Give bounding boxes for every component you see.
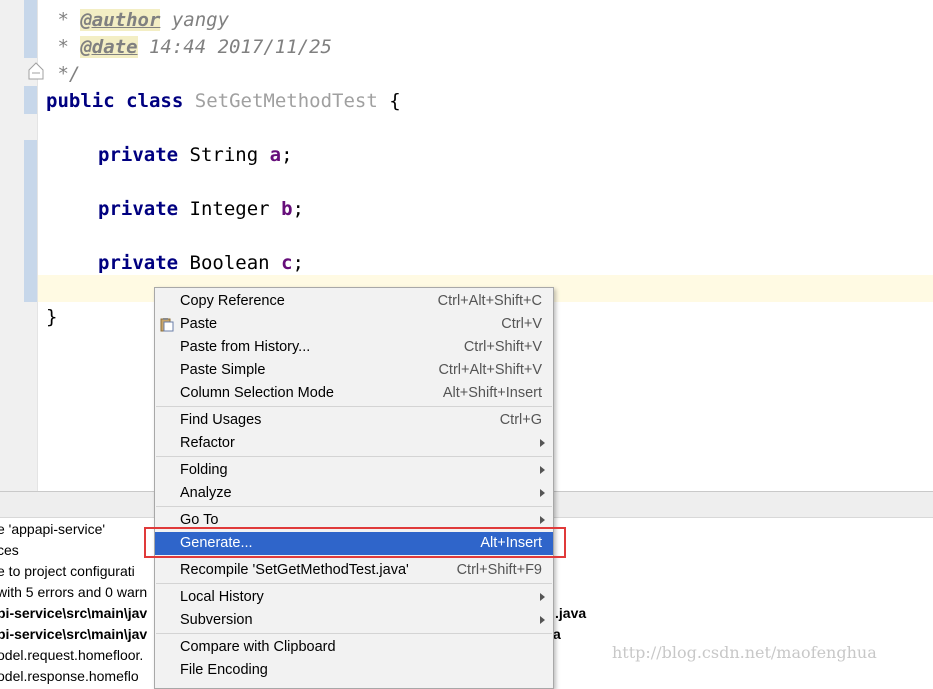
submenu-arrow-icon xyxy=(540,489,545,497)
menu-item-file-encoding[interactable]: File Encoding xyxy=(155,659,553,682)
editor-context-menu: Copy Reference Ctrl+Alt+Shift+C Paste Ctrl… xyxy=(154,287,554,689)
message-line[interactable]: with 5 errors and 0 warn xyxy=(0,584,147,600)
menu-item-analyze[interactable]: Analyze xyxy=(155,482,553,505)
message-line[interactable]: e to project configurati xyxy=(0,563,135,579)
class-declaration-line: public class SetGetMethodTest { xyxy=(46,90,401,112)
menu-item-compare-with-clipboard[interactable]: Compare with Clipboard xyxy=(155,636,553,659)
menu-item-recompile[interactable]: Recompile 'SetGetMethodTest.java' Ctrl+Sh… xyxy=(155,559,553,582)
menu-item-paste[interactable]: Paste Ctrl+V xyxy=(155,313,553,336)
submenu-arrow-icon xyxy=(540,439,545,447)
menu-separator xyxy=(156,406,552,407)
change-marker xyxy=(24,0,37,58)
message-line[interactable]: pi-service\src\main\jav xyxy=(0,605,147,621)
menu-item-column-selection-mode[interactable]: Column Selection Mode Alt+Shift+Insert xyxy=(155,382,553,405)
menu-separator xyxy=(156,456,552,457)
menu-separator xyxy=(156,583,552,584)
submenu-arrow-icon xyxy=(540,593,545,601)
menu-item-folding[interactable]: Folding xyxy=(155,459,553,482)
message-line[interactable]: ces xyxy=(0,542,19,558)
menu-separator xyxy=(156,633,552,634)
javadoc-author-line: * @author yangy xyxy=(46,9,230,31)
submenu-arrow-icon xyxy=(540,616,545,624)
message-line[interactable]: pi-service\src\main\jav xyxy=(0,626,147,642)
menu-item-paste-simple[interactable]: Paste Simple Ctrl+Alt+Shift+V xyxy=(155,359,553,382)
menu-item-paste-from-history[interactable]: Paste from History... Ctrl+Shift+V xyxy=(155,336,553,359)
menu-item-subversion[interactable]: Subversion xyxy=(155,609,553,632)
highlight-box xyxy=(144,527,566,558)
comment-end-line: */ xyxy=(46,63,81,85)
field-line-c: private Boolean c; xyxy=(98,252,304,274)
fold-toggle-icon[interactable] xyxy=(28,62,44,80)
clipboard-icon xyxy=(160,318,174,332)
class-close-line: } xyxy=(46,306,58,328)
javadoc-date-line: * @date 14:44 2017/11/25 xyxy=(46,36,332,58)
menu-item-copy-reference[interactable]: Copy Reference Ctrl+Alt+Shift+C xyxy=(155,290,553,313)
message-line[interactable]: e 'appapi-service' xyxy=(0,521,105,537)
menu-item-find-usages[interactable]: Find Usages Ctrl+G xyxy=(155,409,553,432)
menu-item-refactor[interactable]: Refactor xyxy=(155,432,553,455)
field-line-a: private String a; xyxy=(98,144,293,166)
watermark: http://blog.csdn.net/maofenghua xyxy=(612,643,877,662)
field-line-b: private Integer b; xyxy=(98,198,304,220)
message-line[interactable]: odel.request.homefloor. xyxy=(0,647,143,663)
menu-separator xyxy=(156,506,552,507)
change-marker xyxy=(24,140,37,302)
change-marker xyxy=(24,86,37,114)
menu-item-local-history[interactable]: Local History xyxy=(155,586,553,609)
submenu-arrow-icon xyxy=(540,516,545,524)
code-editor[interactable]: * @author yangy * @date 14:44 2017/11/25… xyxy=(46,0,401,328)
message-line[interactable]: odel.response.homeflo xyxy=(0,668,139,684)
message-line-tail: .java xyxy=(555,605,587,621)
submenu-arrow-icon xyxy=(540,466,545,474)
message-line-tail: a xyxy=(553,626,561,642)
